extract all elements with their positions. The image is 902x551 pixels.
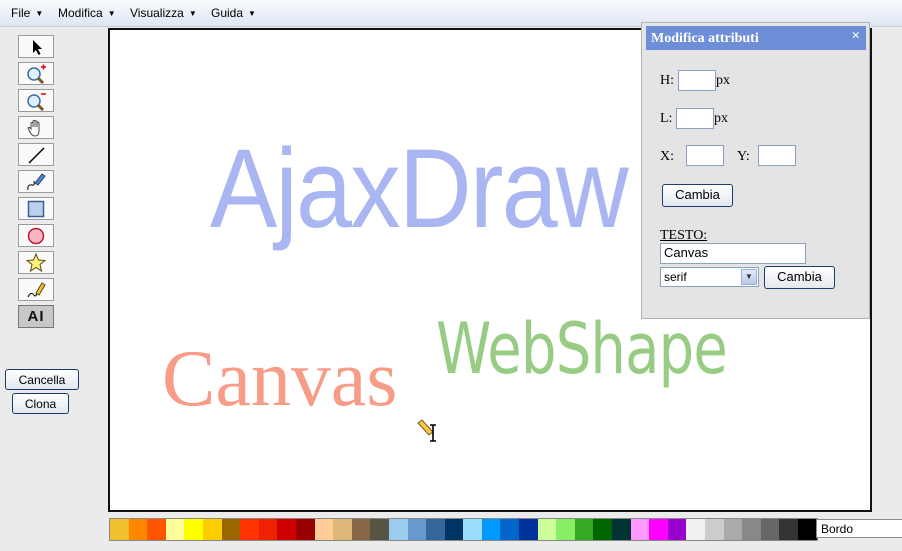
canvas-text-ajaxdraw[interactable]: AjaxDraw <box>210 133 629 245</box>
menu-visualizza[interactable]: Visualizza ▼ <box>130 6 197 20</box>
y-label: Y: <box>737 149 750 164</box>
color-swatch[interactable] <box>407 519 427 540</box>
zoom-out-tool-button[interactable] <box>18 89 54 112</box>
color-swatch[interactable] <box>667 519 687 540</box>
color-swatch[interactable] <box>370 519 389 540</box>
color-swatch[interactable] <box>797 519 817 540</box>
color-swatch[interactable] <box>314 519 334 540</box>
color-swatch[interactable] <box>295 519 315 540</box>
color-swatch[interactable] <box>147 519 166 540</box>
menu-modifica[interactable]: Modifica ▼ <box>58 6 116 20</box>
color-swatch[interactable] <box>202 519 222 540</box>
color-swatch[interactable] <box>277 519 296 540</box>
zoom-in-tool-button[interactable] <box>18 62 54 85</box>
caret-down-icon: ▼ <box>107 9 116 18</box>
width-unit: px <box>714 111 728 126</box>
delete-button[interactable]: Cancella <box>5 369 79 390</box>
color-swatch[interactable] <box>612 519 631 540</box>
canvas-text-webshape[interactable]: WebShape <box>436 314 728 384</box>
zoom-out-icon <box>27 92 46 111</box>
color-swatch[interactable] <box>184 519 203 540</box>
star-tool-button[interactable] <box>18 251 54 274</box>
menu-file[interactable]: File ▼ <box>11 6 43 20</box>
color-swatch[interactable] <box>444 519 464 540</box>
caret-down-icon: ▼ <box>248 9 256 18</box>
color-swatch[interactable] <box>481 519 501 540</box>
color-swatch[interactable] <box>705 519 724 540</box>
color-swatch[interactable] <box>760 519 780 540</box>
font-select[interactable]: serif ▼ <box>660 267 759 287</box>
color-swatch[interactable] <box>240 519 259 540</box>
width-input[interactable] <box>676 108 714 129</box>
ellipse-icon <box>27 227 45 244</box>
chevron-down-icon: ▼ <box>741 269 757 285</box>
attributes-panel: Modifica attributi × H: px L: px X: Y: C… <box>641 22 870 319</box>
pencil-brush-icon <box>27 281 46 297</box>
color-swatch[interactable] <box>630 519 650 540</box>
brush-tool-button[interactable] <box>18 278 54 301</box>
text-section-label: TESTO: <box>660 228 708 243</box>
color-swatch[interactable] <box>463 519 482 540</box>
font-select-value: serif <box>664 270 687 284</box>
color-swatch[interactable] <box>686 519 705 540</box>
menu-guida[interactable]: Guida ▼ <box>211 6 256 20</box>
height-unit: px <box>716 73 730 88</box>
color-swatch[interactable] <box>221 519 241 540</box>
color-palette <box>109 518 818 541</box>
height-label: H: <box>660 73 674 88</box>
x-label: X: <box>660 149 674 164</box>
canvas-text-canvas[interactable]: Canvas <box>162 339 398 419</box>
close-icon[interactable]: × <box>851 28 860 45</box>
caret-down-icon: ▼ <box>35 9 44 18</box>
ellipse-tool-button[interactable] <box>18 224 54 247</box>
text-input[interactable]: Canvas <box>660 243 806 264</box>
height-input[interactable] <box>678 70 716 91</box>
border-select[interactable]: Bordo <box>816 519 902 538</box>
line-icon <box>28 146 45 164</box>
panel-header: Modifica attributi × <box>646 26 866 50</box>
color-swatch[interactable] <box>742 519 761 540</box>
color-swatch[interactable] <box>537 519 557 540</box>
color-swatch[interactable] <box>556 519 575 540</box>
color-swatch[interactable] <box>165 519 185 540</box>
star-icon <box>25 252 47 272</box>
panel-title: Modifica attributi <box>651 31 759 46</box>
color-swatch[interactable] <box>258 519 278 540</box>
hand-pan-icon <box>27 119 40 137</box>
text-cursor-icon <box>417 419 436 442</box>
hand-tool-button[interactable] <box>18 116 54 139</box>
color-swatch[interactable] <box>388 519 408 540</box>
freehand-tool-button[interactable] <box>18 170 54 193</box>
clone-button[interactable]: Clona <box>12 393 69 414</box>
width-label: L: <box>660 111 673 126</box>
pen-freehand-icon <box>27 172 46 190</box>
color-swatch[interactable] <box>351 519 371 540</box>
zoom-in-icon <box>27 64 46 84</box>
select-arrow-icon <box>33 39 42 55</box>
color-swatch[interactable] <box>649 519 668 540</box>
text-tool-button[interactable]: AI <box>18 305 54 328</box>
color-swatch[interactable] <box>593 519 613 540</box>
color-swatch[interactable] <box>333 519 352 540</box>
color-swatch[interactable] <box>574 519 594 540</box>
y-input[interactable] <box>758 145 796 166</box>
color-swatch[interactable] <box>426 519 445 540</box>
change-text-button[interactable]: Cambia <box>764 266 835 289</box>
caret-down-icon: ▼ <box>188 9 197 18</box>
color-swatch[interactable] <box>723 519 743 540</box>
rectangle-icon <box>27 200 45 217</box>
line-tool-button[interactable] <box>18 143 54 166</box>
x-input[interactable] <box>686 145 724 166</box>
text-icon: AI <box>27 308 45 325</box>
color-swatch[interactable] <box>128 519 148 540</box>
select-tool-button[interactable] <box>18 35 54 58</box>
color-swatch[interactable] <box>110 519 129 540</box>
color-swatch[interactable] <box>519 519 538 540</box>
rectangle-tool-button[interactable] <box>18 197 54 220</box>
color-swatch[interactable] <box>779 519 798 540</box>
color-swatch[interactable] <box>500 519 520 540</box>
change-size-button[interactable]: Cambia <box>662 184 733 207</box>
